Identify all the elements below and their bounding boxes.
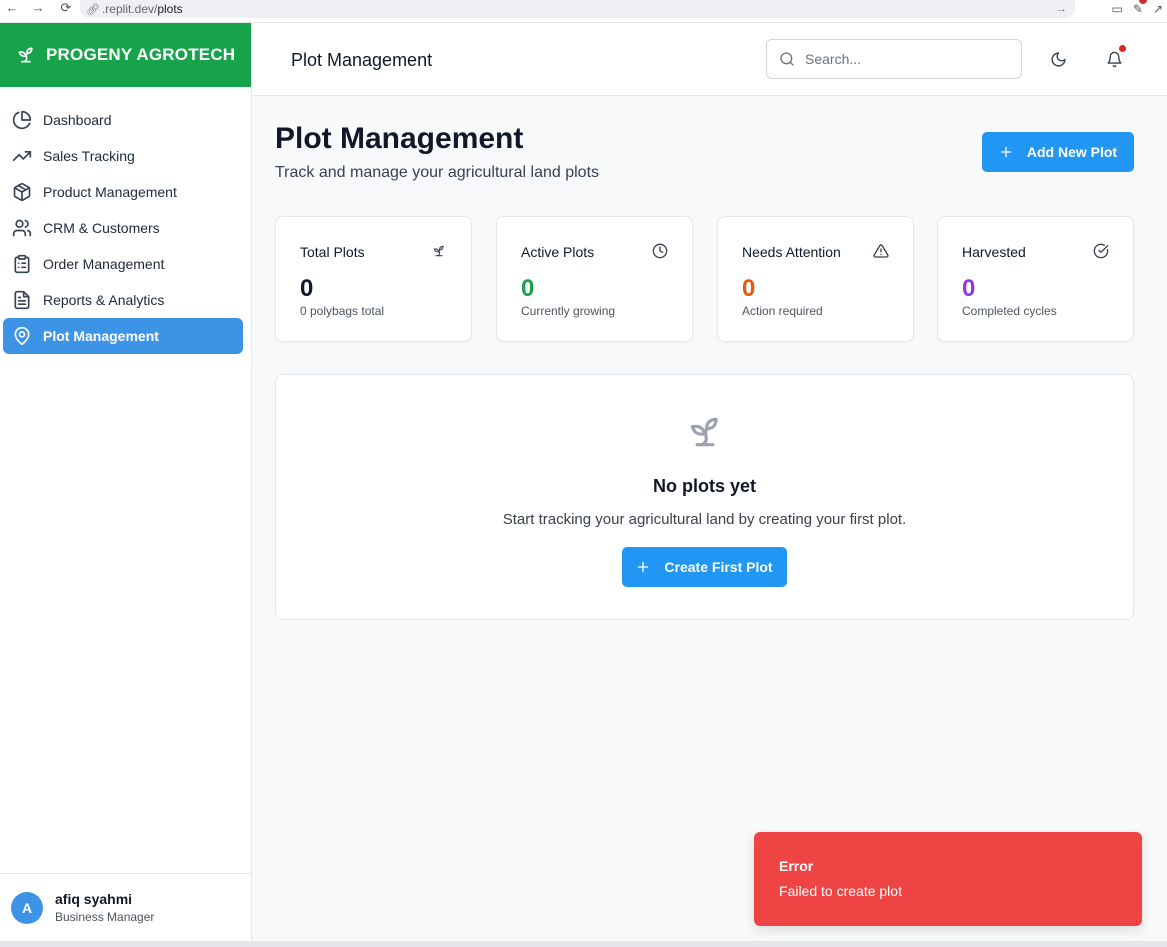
sidebar-item-product-management[interactable]: Product Management bbox=[3, 174, 243, 210]
toast-message: Failed to create plot bbox=[779, 883, 902, 899]
package-icon bbox=[11, 181, 33, 203]
stat-label: Active Plots bbox=[521, 244, 595, 260]
add-new-plot-label: Add New Plot bbox=[1026, 144, 1118, 160]
empty-state-title: No plots yet bbox=[652, 476, 756, 496]
bell-icon bbox=[1106, 51, 1122, 67]
brand-name: PROGENY AGROTECH bbox=[46, 45, 236, 64]
extension-icon[interactable]: ✎ bbox=[1133, 0, 1147, 16]
plus-icon bbox=[1000, 146, 1012, 158]
stat-caption: 0 polybags total bbox=[300, 304, 385, 318]
stat-caption: Action required bbox=[742, 304, 823, 318]
alert-triangle-icon bbox=[873, 243, 889, 259]
search-box[interactable] bbox=[766, 39, 1022, 79]
sidebar-item-plot-management[interactable]: Plot Management bbox=[3, 318, 243, 354]
sidebar-item-order-management[interactable]: Order Management bbox=[3, 246, 243, 282]
toast-title: Error bbox=[779, 858, 814, 874]
stat-value: 0 bbox=[521, 275, 535, 302]
stat-caption: Completed cycles bbox=[962, 304, 1057, 318]
search-icon bbox=[780, 52, 794, 66]
user-name: afiq syahmi bbox=[55, 891, 133, 907]
stat-card-needs-attention: Needs Attention 0 Action required bbox=[717, 216, 914, 342]
url-path: plots bbox=[157, 2, 183, 16]
go-icon[interactable]: → bbox=[1056, 3, 1067, 15]
extension-badge bbox=[1138, 0, 1147, 4]
open-external-icon[interactable]: ↗ bbox=[1153, 2, 1163, 16]
sprout-icon bbox=[18, 47, 33, 63]
stat-value: 0 bbox=[962, 275, 976, 302]
sidebar-item-label: Product Management bbox=[43, 184, 177, 200]
create-first-plot-label: Create First Plot bbox=[664, 559, 773, 575]
reload-icon[interactable]: ⟳ bbox=[54, 0, 78, 19]
clipboard-list-icon bbox=[11, 253, 33, 275]
sidebar-item-dashboard[interactable]: Dashboard bbox=[3, 102, 243, 138]
user-role: Business Manager bbox=[55, 910, 155, 924]
stat-caption: Currently growing bbox=[521, 304, 616, 318]
trending-up-icon bbox=[11, 145, 33, 167]
chart-pie-icon bbox=[11, 109, 33, 131]
map-pin-icon bbox=[11, 325, 33, 347]
devices-icon[interactable]: ▭ bbox=[1112, 2, 1123, 16]
top-header: Plot Management bbox=[252, 23, 1167, 96]
users-icon bbox=[11, 217, 33, 239]
file-text-icon bbox=[11, 289, 33, 311]
sidebar-item-label: Dashboard bbox=[43, 112, 112, 128]
sidebar-item-label: Reports & Analytics bbox=[43, 292, 165, 308]
stat-card-harvested: Harvested 0 Completed cycles bbox=[937, 216, 1134, 342]
stat-value: 0 bbox=[300, 275, 314, 302]
error-toast[interactable]: Error Failed to create plot bbox=[754, 832, 1142, 926]
check-circle-icon bbox=[1093, 243, 1109, 259]
browser-bar: ← → ⟳ 🔗︎ .replit.dev/ plots → ▭ ✎ ↗ bbox=[0, 0, 1167, 23]
notifications-button[interactable] bbox=[1100, 45, 1128, 73]
create-first-plot-button[interactable]: Create First Plot bbox=[622, 547, 787, 587]
url-prefix: .replit.dev/ bbox=[101, 2, 158, 16]
stat-card-active-plots: Active Plots 0 Currently growing bbox=[496, 216, 693, 342]
search-input[interactable] bbox=[805, 51, 1005, 67]
brand-logo[interactable]: PROGENY AGROTECH bbox=[0, 23, 251, 87]
stat-label: Total Plots bbox=[300, 244, 365, 260]
address-bar[interactable]: 🔗︎ .replit.dev/ plots → bbox=[80, 0, 1075, 18]
sidebar-item-reports-analytics[interactable]: Reports & Analytics bbox=[3, 282, 243, 318]
moon-icon bbox=[1050, 51, 1066, 67]
stat-card-total-plots: Total Plots 0 0 polybags total bbox=[275, 216, 472, 342]
plus-icon bbox=[638, 561, 649, 573]
stat-label: Needs Attention bbox=[742, 244, 841, 260]
page-subtitle: Track and manage your agricultural land … bbox=[275, 164, 600, 181]
sidebar-nav: Dashboard Sales Tracking Product Managem… bbox=[0, 87, 251, 354]
sidebar-item-label: CRM & Customers bbox=[43, 220, 160, 236]
add-new-plot-button[interactable]: Add New Plot bbox=[982, 132, 1134, 172]
page-title: Plot Management bbox=[275, 122, 524, 155]
user-profile[interactable]: A afiq syahmi Business Manager bbox=[0, 873, 251, 941]
stat-label: Harvested bbox=[962, 244, 1026, 260]
sidebar: PROGENY AGROTECH Dashboard Sales Trackin… bbox=[0, 23, 252, 941]
header-title: Plot Management bbox=[291, 50, 433, 70]
sidebar-item-sales-tracking[interactable]: Sales Tracking bbox=[3, 138, 243, 174]
link-icon: 🔗︎ bbox=[86, 3, 100, 16]
empty-state-text: Start tracking your agricultural land by… bbox=[502, 511, 907, 528]
notification-badge bbox=[1119, 45, 1126, 52]
avatar: A bbox=[11, 891, 43, 924]
back-icon[interactable]: ← bbox=[0, 0, 24, 19]
sprout-icon bbox=[690, 417, 718, 447]
theme-toggle-button[interactable] bbox=[1044, 45, 1072, 73]
sidebar-item-label: Sales Tracking bbox=[43, 148, 135, 164]
sidebar-item-crm-customers[interactable]: CRM & Customers bbox=[3, 210, 243, 246]
sprout-icon bbox=[431, 243, 447, 259]
browser-actions: ▭ ✎ ↗ bbox=[1112, 0, 1163, 18]
sidebar-item-label: Plot Management bbox=[43, 328, 159, 344]
stat-value: 0 bbox=[742, 275, 756, 302]
window-bottom-edge bbox=[0, 941, 1167, 947]
forward-icon[interactable]: → bbox=[26, 0, 50, 19]
empty-state-card: No plots yet Start tracking your agricul… bbox=[275, 374, 1134, 620]
clock-icon bbox=[652, 243, 668, 259]
sidebar-item-label: Order Management bbox=[43, 256, 165, 272]
